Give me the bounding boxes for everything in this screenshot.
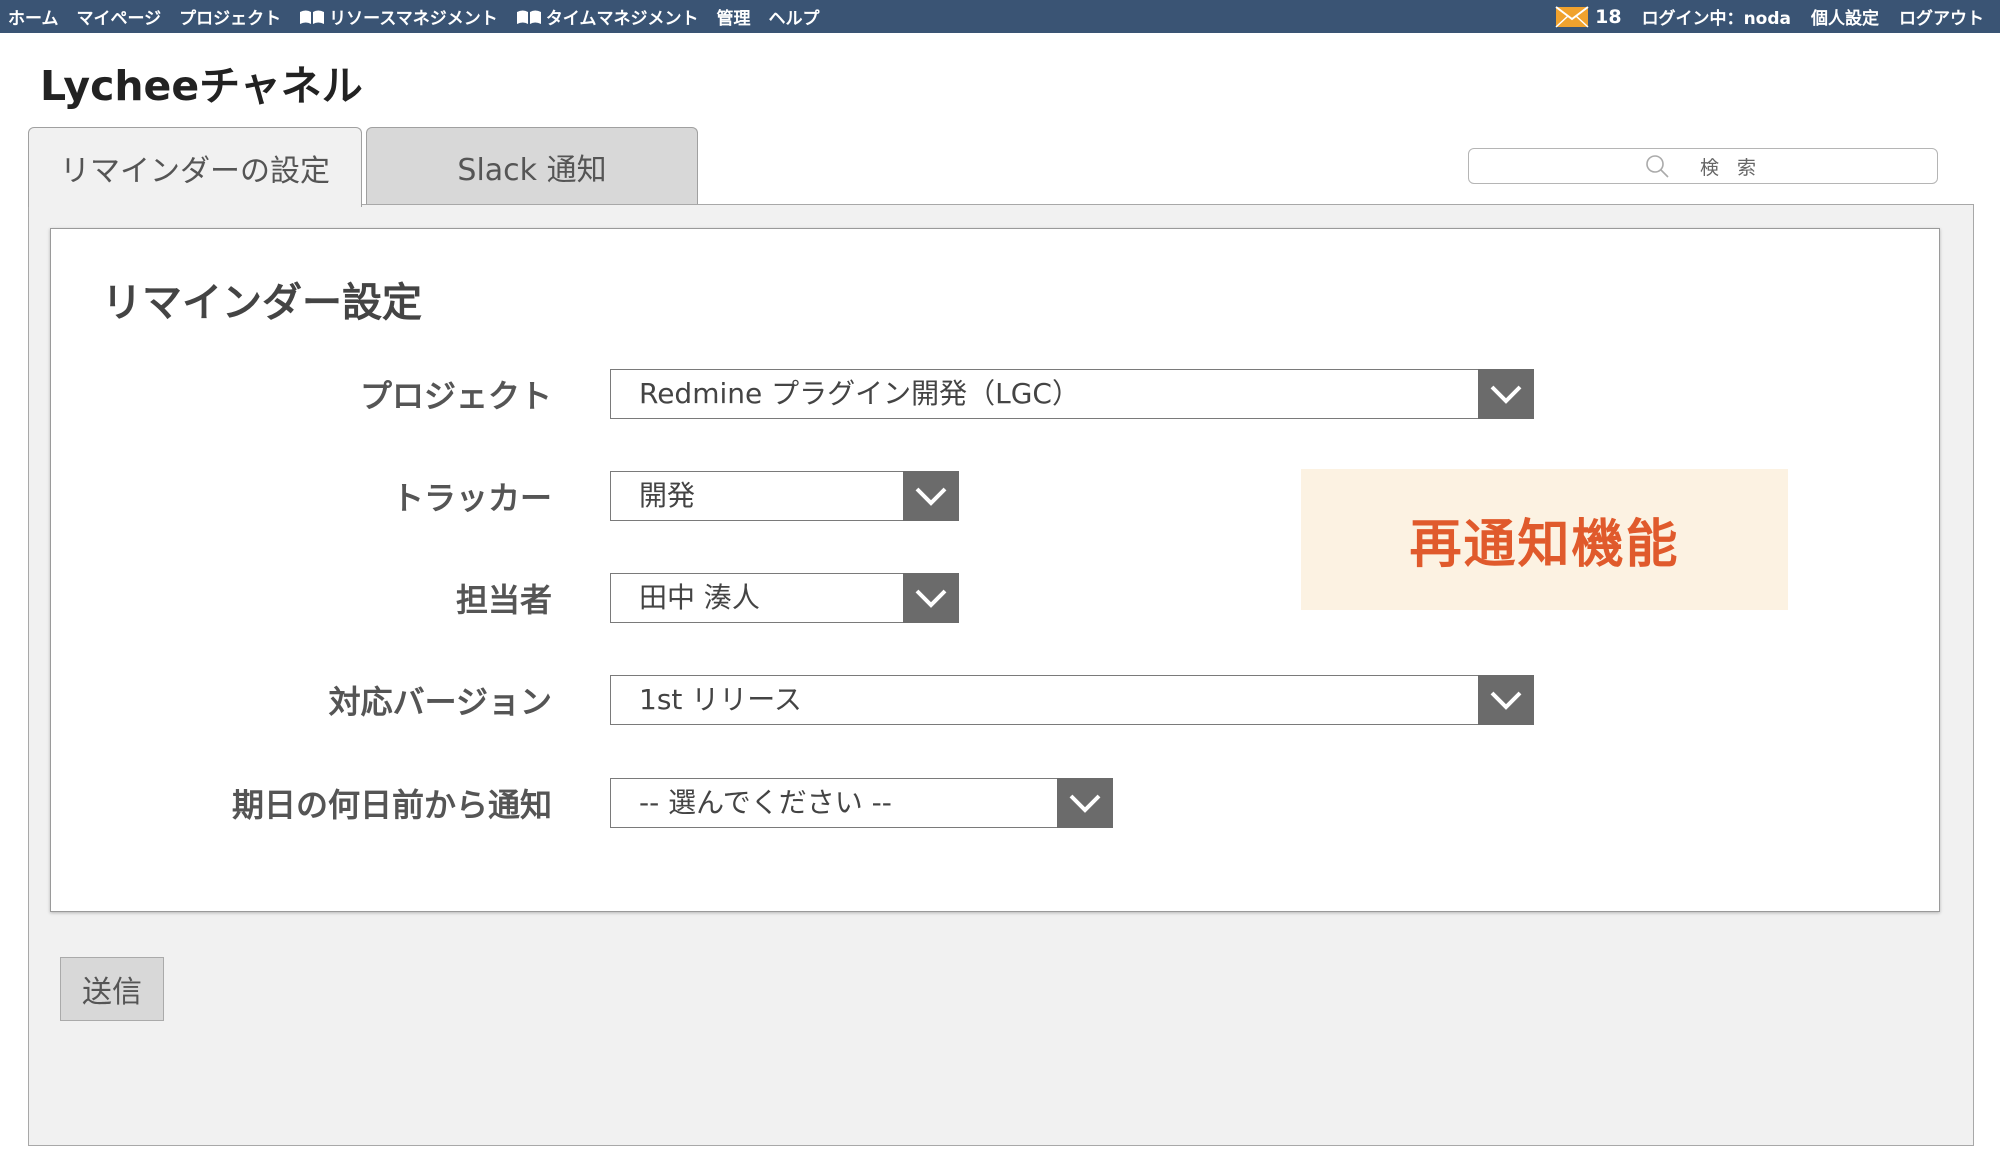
feature-callout-text: 再通知機能 bbox=[1409, 515, 1680, 575]
version-select[interactable]: 1st リリース bbox=[610, 675, 1534, 725]
form-title: リマインダー設定 bbox=[102, 280, 422, 326]
project-select-value: Redmine プラグイン開発（LGC） bbox=[639, 377, 1080, 410]
search-icon bbox=[1646, 155, 1669, 178]
top-nav: ホーム マイページ プロジェクト リソースマネジメント タイムマネジメント 管理… bbox=[8, 0, 837, 33]
assignee-label: 担当者 bbox=[455, 581, 552, 619]
nav-time-management-label: タイムマネジメント bbox=[545, 9, 699, 29]
days-before-label: 期日の何日前から通知 bbox=[231, 786, 552, 824]
nav-home[interactable]: ホーム bbox=[8, 4, 59, 29]
nav-mypage-label: マイページ bbox=[76, 9, 162, 29]
assignee-select-value: 田中 湊人 bbox=[639, 581, 760, 614]
nav-help[interactable]: ヘルプ bbox=[768, 4, 819, 29]
chevron-down-icon[interactable] bbox=[1478, 675, 1534, 725]
days-before-select[interactable]: -- 選んでください -- bbox=[610, 778, 1113, 828]
book-icon bbox=[300, 10, 325, 24]
nav-projects-label: プロジェクト bbox=[179, 9, 282, 29]
submit-button[interactable]: 送信 bbox=[60, 957, 164, 1021]
nav-time-management[interactable]: タイムマネジメント bbox=[516, 4, 699, 29]
nav-mypage[interactable]: マイページ bbox=[77, 4, 162, 29]
mail-notification[interactable]: 18 bbox=[1555, 5, 1622, 29]
login-user[interactable]: noda bbox=[1744, 9, 1791, 29]
tracker-select[interactable]: 開発 bbox=[610, 471, 959, 521]
search-input[interactable]: 検 索 bbox=[1468, 148, 1938, 184]
tab-slack-notification[interactable]: Slack 通知 bbox=[366, 127, 698, 205]
search-placeholder: 検 索 bbox=[1699, 156, 1763, 179]
tracker-select-value: 開発 bbox=[639, 479, 696, 512]
assignee-select[interactable]: 田中 湊人 bbox=[610, 573, 959, 623]
top-account-menu: 18 ログイン中：noda 個人設定 ログアウト bbox=[1555, 0, 1984, 33]
days-before-select-value: -- 選んでください -- bbox=[639, 786, 892, 819]
nav-resource-management[interactable]: リソースマネジメント bbox=[299, 4, 498, 29]
page-title: Lycheeチャネル bbox=[40, 62, 363, 110]
nav-admin-label: 管理 bbox=[716, 9, 751, 29]
nav-help-label: ヘルプ bbox=[768, 9, 820, 29]
chevron-down-icon[interactable] bbox=[903, 471, 959, 521]
book-icon bbox=[516, 10, 541, 24]
version-select-value: 1st リリース bbox=[639, 683, 802, 716]
login-label: ログイン中： bbox=[1641, 9, 1744, 29]
logout-link[interactable]: ログアウト bbox=[1899, 4, 1984, 29]
nav-resource-management-label: リソースマネジメント bbox=[329, 9, 498, 29]
nav-admin[interactable]: 管理 bbox=[716, 4, 750, 29]
login-status: ログイン中：noda bbox=[1642, 4, 1791, 29]
chevron-down-icon[interactable] bbox=[1057, 778, 1113, 828]
version-label: 対応バージョン bbox=[328, 683, 552, 721]
mail-icon bbox=[1555, 5, 1589, 28]
project-select[interactable]: Redmine プラグイン開発（LGC） bbox=[610, 369, 1534, 419]
chevron-down-icon[interactable] bbox=[903, 573, 959, 623]
top-menu-bar: ホーム マイページ プロジェクト リソースマネジメント タイムマネジメント 管理… bbox=[0, 0, 2000, 33]
nav-projects[interactable]: プロジェクト bbox=[179, 4, 281, 29]
feature-callout: 再通知機能 bbox=[1301, 469, 1788, 610]
project-label: プロジェクト bbox=[359, 377, 552, 415]
chevron-down-icon[interactable] bbox=[1478, 369, 1534, 419]
submit-button-label: 送信 bbox=[82, 975, 142, 1010]
tab-reminder-settings-label: リマインダーの設定 bbox=[60, 153, 330, 189]
personal-settings-link[interactable]: 個人設定 bbox=[1811, 4, 1879, 29]
tracker-label: トラッカー bbox=[391, 479, 552, 517]
tab-slack-notification-label: Slack 通知 bbox=[457, 152, 607, 188]
mail-count: 18 bbox=[1595, 5, 1622, 28]
nav-home-label: ホーム bbox=[8, 9, 59, 29]
tab-reminder-settings[interactable]: リマインダーの設定 bbox=[28, 127, 362, 207]
